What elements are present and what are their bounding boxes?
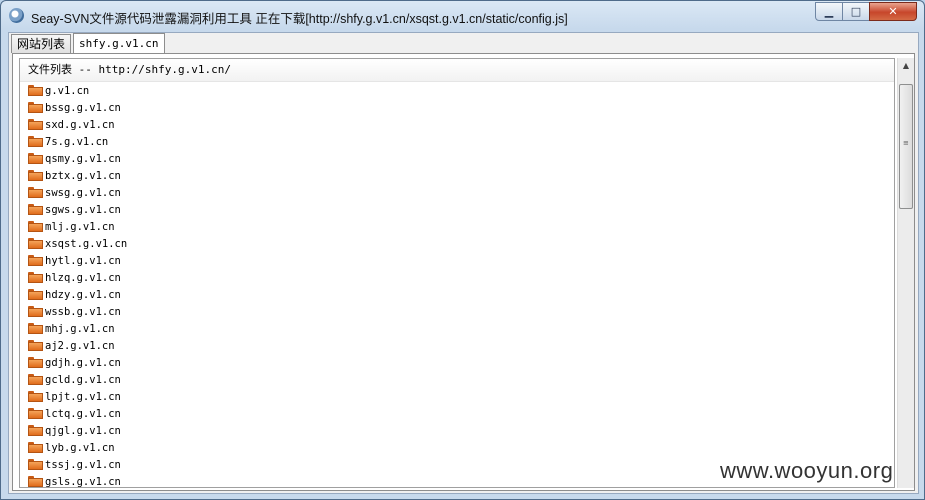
list-item[interactable]: lyb.g.v1.cn — [20, 439, 894, 456]
list-item[interactable]: g.v1.cn — [20, 82, 894, 99]
scroll-up-button[interactable]: ▲ — [898, 58, 914, 74]
list-item-label: lyb.g.v1.cn — [45, 441, 115, 454]
list-item-label: gcld.g.v1.cn — [45, 373, 121, 386]
folder-icon — [28, 340, 43, 351]
folder-icon — [28, 102, 43, 113]
close-button[interactable]: ✕ — [869, 2, 917, 21]
app-icon — [9, 8, 24, 23]
folder-icon — [28, 289, 43, 300]
close-icon: ✕ — [888, 5, 898, 18]
folder-icon — [28, 272, 43, 283]
list-item-label: qjgl.g.v1.cn — [45, 424, 121, 437]
list-item-label: gdjh.g.v1.cn — [45, 356, 121, 369]
list-item[interactable]: aj2.g.v1.cn — [20, 337, 894, 354]
folder-icon — [28, 170, 43, 181]
list-item[interactable]: qjgl.g.v1.cn — [20, 422, 894, 439]
list-item[interactable]: sxd.g.v1.cn — [20, 116, 894, 133]
list-item[interactable]: gcld.g.v1.cn — [20, 371, 894, 388]
folder-icon — [28, 323, 43, 334]
folder-icon — [28, 442, 43, 453]
watermark: www.wooyun.org — [720, 458, 894, 483]
app-window: Seay-SVN文件源代码泄露漏洞利用工具 正在下载[http://shfy.g… — [0, 0, 925, 500]
folder-icon — [28, 425, 43, 436]
title-bar[interactable]: Seay-SVN文件源代码泄露漏洞利用工具 正在下载[http://shfy.g… — [1, 1, 924, 31]
list-item[interactable]: qsmy.g.v1.cn — [20, 150, 894, 167]
list-item-label: hlzq.g.v1.cn — [45, 271, 121, 284]
tab-site-list[interactable]: 网站列表 — [11, 34, 72, 53]
list-item[interactable]: lctq.g.v1.cn — [20, 405, 894, 422]
folder-icon — [28, 221, 43, 232]
list-item-label: bssg.g.v1.cn — [45, 101, 121, 114]
list-item-label: lpjt.g.v1.cn — [45, 390, 121, 403]
folder-icon — [28, 476, 43, 487]
folder-icon — [28, 238, 43, 249]
list-item-label: sxd.g.v1.cn — [45, 118, 115, 131]
list-item-label: wssb.g.v1.cn — [45, 305, 121, 318]
vertical-scrollbar[interactable]: ▲ ≡ — [897, 58, 914, 488]
folder-icon — [28, 408, 43, 419]
window-title: Seay-SVN文件源代码泄露漏洞利用工具 正在下载[http://shfy.g… — [31, 12, 568, 26]
minimize-button[interactable]: ▁ — [815, 2, 843, 21]
list-item-label: qsmy.g.v1.cn — [45, 152, 121, 165]
file-list-header: 文件列表 -- http://shfy.g.v1.cn/ — [20, 59, 894, 82]
maximize-button[interactable]: □ — [842, 2, 870, 21]
list-item[interactable]: swsg.g.v1.cn — [20, 184, 894, 201]
list-item-label: bztx.g.v1.cn — [45, 169, 121, 182]
list-item[interactable]: wssb.g.v1.cn — [20, 303, 894, 320]
list-item[interactable]: sgws.g.v1.cn — [20, 201, 894, 218]
list-item[interactable]: bssg.g.v1.cn — [20, 99, 894, 116]
file-list[interactable]: 文件列表 -- http://shfy.g.v1.cn/ g.v1.cn bssg… — [19, 58, 895, 488]
folder-icon — [28, 374, 43, 385]
folder-icon — [28, 306, 43, 317]
folder-icon — [28, 136, 43, 147]
list-item[interactable]: hlzq.g.v1.cn — [20, 269, 894, 286]
folder-icon — [28, 357, 43, 368]
folder-icon — [28, 391, 43, 402]
file-list-items: g.v1.cn bssg.g.v1.cn sxd.g.v1.cn 7s.g.v1.cn… — [20, 82, 894, 488]
client-area: 网站列表 shfy.g.v1.cn 文件列表 -- http://shfy.g.… — [8, 32, 919, 494]
list-item-label: mhj.g.v1.cn — [45, 322, 115, 335]
folder-icon — [28, 119, 43, 130]
tab-shfy[interactable]: shfy.g.v1.cn — [73, 33, 165, 54]
list-item[interactable]: lpjt.g.v1.cn — [20, 388, 894, 405]
list-item-label: swsg.g.v1.cn — [45, 186, 121, 199]
list-item[interactable]: gdjh.g.v1.cn — [20, 354, 894, 371]
folder-icon — [28, 459, 43, 470]
list-item[interactable]: 7s.g.v1.cn — [20, 133, 894, 150]
maximize-icon: □ — [850, 5, 862, 18]
arrow-up-icon: ▲ — [902, 61, 910, 70]
list-item-label: gsls.g.v1.cn — [45, 475, 121, 488]
list-item-label: sgws.g.v1.cn — [45, 203, 121, 216]
list-item-label: 7s.g.v1.cn — [45, 135, 109, 148]
list-item-label: lctq.g.v1.cn — [45, 407, 121, 420]
list-item-label: hytl.g.v1.cn — [45, 254, 121, 267]
list-item[interactable]: mhj.g.v1.cn — [20, 320, 894, 337]
folder-icon — [28, 204, 43, 215]
list-item[interactable]: mlj.g.v1.cn — [20, 218, 894, 235]
tab-panel: 文件列表 -- http://shfy.g.v1.cn/ g.v1.cn bssg… — [12, 53, 915, 491]
list-item-label: mlj.g.v1.cn — [45, 220, 115, 233]
list-item-label: hdzy.g.v1.cn — [45, 288, 121, 301]
list-item-label: tssj.g.v1.cn — [45, 458, 121, 471]
list-item-label: xsqst.g.v1.cn — [45, 237, 128, 250]
grip-icon: ≡ — [903, 139, 909, 147]
list-item[interactable]: hytl.g.v1.cn — [20, 252, 894, 269]
folder-icon — [28, 187, 43, 198]
list-item[interactable]: xsqst.g.v1.cn — [20, 235, 894, 252]
list-item[interactable]: hdzy.g.v1.cn — [20, 286, 894, 303]
folder-icon — [28, 85, 43, 96]
folder-icon — [28, 255, 43, 266]
minimize-icon: ▁ — [824, 5, 834, 18]
scroll-thumb[interactable]: ≡ — [899, 84, 913, 209]
tab-strip: 网站列表 shfy.g.v1.cn — [11, 33, 167, 54]
list-item-label: aj2.g.v1.cn — [45, 339, 115, 352]
list-item[interactable]: bztx.g.v1.cn — [20, 167, 894, 184]
folder-icon — [28, 153, 43, 164]
list-item-label: g.v1.cn — [45, 84, 90, 97]
